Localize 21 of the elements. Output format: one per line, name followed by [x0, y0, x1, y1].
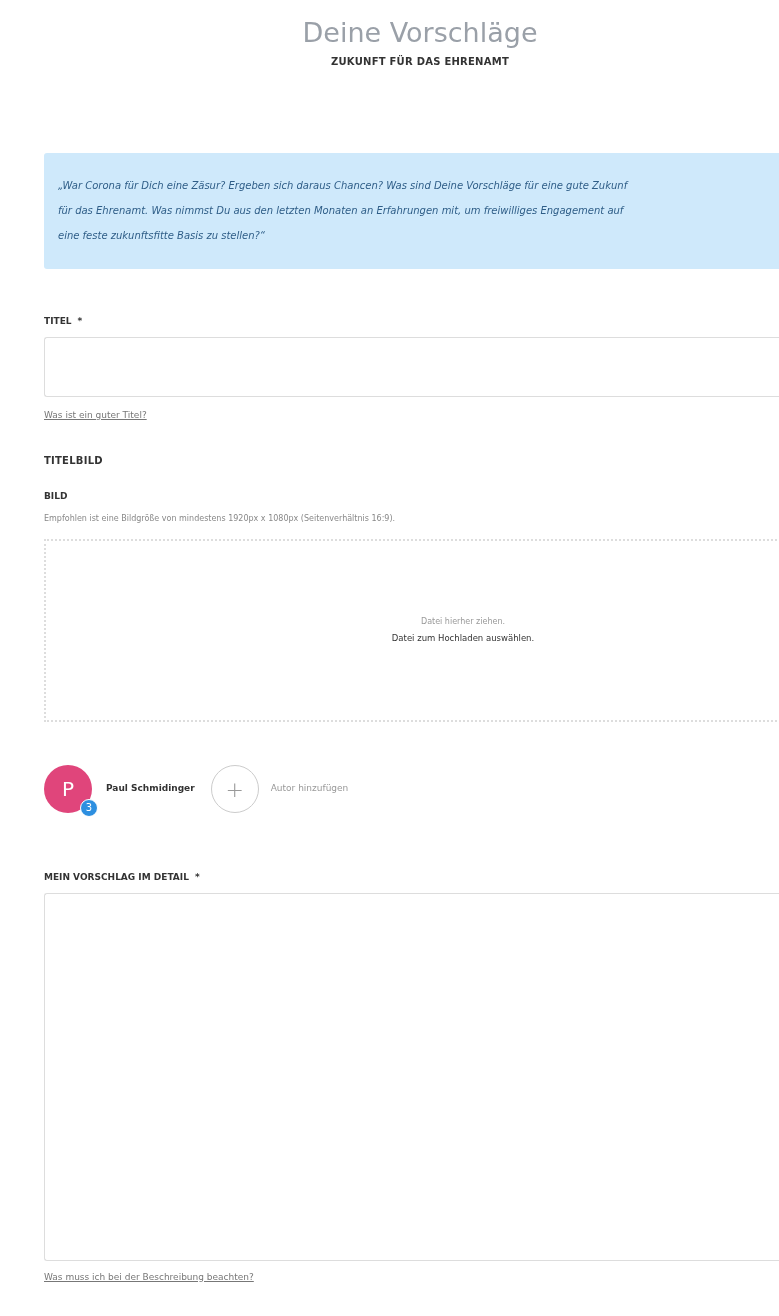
add-author-label[interactable]: Autor hinzufügen — [270, 782, 349, 796]
drag-hint: Datei hierher ziehen. — [421, 616, 505, 629]
file-dropzone[interactable]: Datei hierher ziehen. Datei zum Hochladen auswählen. — [44, 539, 779, 722]
page-title: Deine Vorschläge — [302, 16, 538, 50]
quote-text: „War Corona für Dich eine Zäsur? Ergeben sich daraus Chancen? Was sind Deine Vorschläge für eine gute Zukunf für das Ehrenamt. Was nimmst Du aus den letzten Monaten an Erfahrungen mit, um freiwilliges Engagement auf eine feste zukunftsfitte Basis zu stellen?“ — [58, 179, 630, 243]
help-link[interactable]: Was muss ich bei der Beschreibung beachten? — [44, 1270, 254, 1284]
help-link[interactable]: Was ist ein guter Titel? — [44, 408, 147, 422]
field-label: MEIN VORSCHLAG IM DETAIL — [44, 871, 189, 884]
field-label: BILD — [44, 489, 69, 503]
select-file-link[interactable]: Datei zum Hochladen auswählen. — [391, 632, 535, 645]
field-hint: Empfohlen ist eine Bildgröße von mindestens 1920px x 1080px (Seitenverhältnis 16:9). — [44, 513, 397, 525]
count-badge: 3 — [80, 799, 98, 817]
required-mark: * — [194, 871, 200, 884]
required-mark: * — [77, 315, 83, 328]
author-name: Paul Schmidinger — [106, 782, 195, 796]
avatar-initial: P — [61, 776, 75, 803]
section-heading: TITELBILD — [44, 453, 104, 468]
detail-textarea[interactable] — [44, 892, 779, 1261]
field-label: TITEL — [44, 315, 72, 328]
page-subtitle: ZUKUNFT FÜR DAS EHRENAMT — [330, 54, 509, 69]
title-input[interactable] — [44, 336, 779, 397]
